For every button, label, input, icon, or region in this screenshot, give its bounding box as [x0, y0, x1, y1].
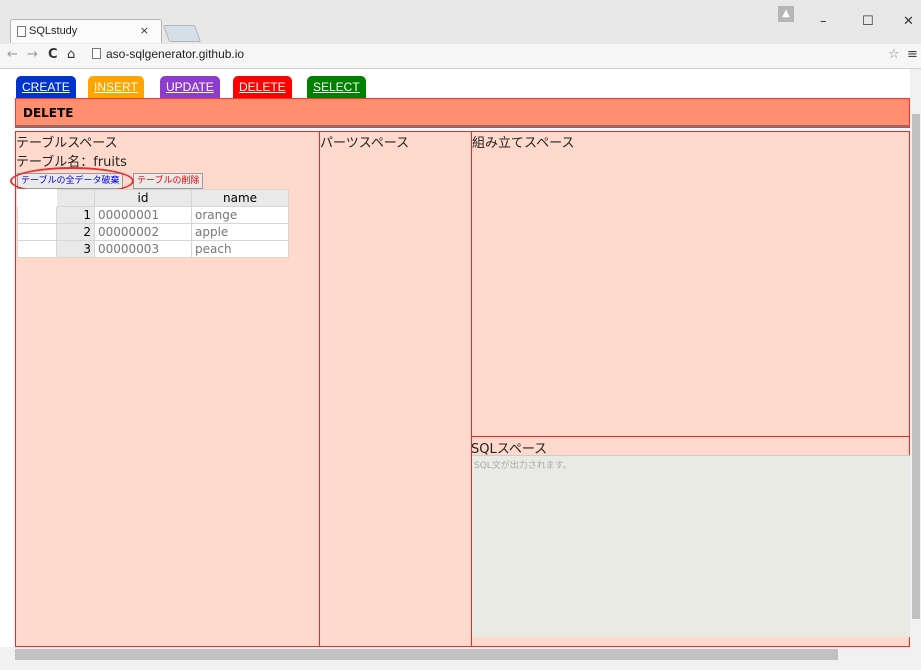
browser-tab[interactable]: SQLstudy × — [10, 19, 162, 43]
name-cell: apple — [191, 223, 289, 241]
browser-tab-bar: SQLstudy × ▲ – ☐ ✕ — [0, 0, 921, 44]
sql-output-field[interactable]: SQL文が出力されます。 — [472, 455, 910, 637]
bookmark-star-icon[interactable]: ☆ — [888, 47, 900, 62]
reload-icon[interactable]: C — [48, 47, 58, 62]
menu-icon[interactable]: ≡ — [907, 47, 918, 62]
address-bar: ← → C ⌂ aso-sqlgenerator.github.io ☆ ≡ — [0, 44, 921, 69]
row-number-cell: 1 — [56, 206, 95, 224]
row-select-cell[interactable] — [17, 206, 57, 224]
name-cell: orange — [191, 206, 289, 224]
row-number-cell: 2 — [56, 223, 95, 241]
menu-create[interactable]: CREATE — [16, 76, 76, 98]
page-title: DELETE — [23, 106, 74, 120]
new-tab-button[interactable] — [162, 25, 202, 42]
fruits-table: id name 1 00000001 orange 2 00000002 app… — [17, 189, 289, 258]
menu-insert[interactable]: INSERT — [88, 76, 144, 98]
row-number-cell: 3 — [56, 240, 95, 258]
parts-space-title: パーツスペース — [320, 136, 410, 151]
table-header-row: id name — [17, 189, 289, 207]
close-window-icon[interactable]: ✕ — [903, 14, 914, 29]
build-space-panel: 組み立てスペース — [471, 131, 910, 438]
page-header: DELETE — [15, 98, 910, 128]
menu-select[interactable]: SELECT — [307, 76, 366, 98]
drop-table-button[interactable]: テーブルの削除 — [133, 173, 204, 189]
table-header-cell: name — [191, 189, 289, 207]
back-arrow-icon[interactable]: ← — [7, 47, 18, 62]
parts-space-panel: パーツスペース — [319, 131, 472, 647]
table-row: 2 00000002 apple — [17, 223, 289, 241]
url-text: aso-sqlgenerator.github.io — [106, 47, 245, 61]
home-icon[interactable]: ⌂ — [67, 47, 75, 62]
table-header-cell: id — [94, 189, 192, 207]
profile-icon[interactable]: ▲ — [778, 6, 794, 22]
menu-update[interactable]: UPDATE — [160, 76, 220, 98]
vertical-scrollbar-thumb[interactable] — [912, 114, 920, 619]
table-header-cell — [17, 189, 57, 207]
divider — [16, 125, 909, 127]
url-field[interactable]: aso-sqlgenerator.github.io — [92, 47, 244, 61]
id-cell: 00000001 — [94, 206, 192, 224]
row-select-cell[interactable] — [17, 240, 57, 258]
maximize-icon[interactable]: ☐ — [862, 14, 874, 29]
tab-title: SQLstudy — [29, 25, 78, 37]
page-icon — [17, 26, 26, 37]
horizontal-scrollbar-thumb[interactable] — [15, 649, 838, 660]
id-cell: 00000002 — [94, 223, 192, 241]
close-tab-icon[interactable]: × — [140, 24, 149, 37]
minimize-icon[interactable]: – — [820, 14, 827, 29]
forward-arrow-icon[interactable]: → — [27, 47, 38, 62]
page-icon — [92, 48, 101, 59]
name-cell: peach — [191, 240, 289, 258]
row-select-cell[interactable] — [17, 223, 57, 241]
build-space-title: 組み立てスペース — [472, 136, 575, 151]
id-cell: 00000003 — [94, 240, 192, 258]
table-row: 1 00000001 orange — [17, 206, 289, 224]
table-space-title: テーブルスペース — [16, 136, 118, 151]
menu-delete[interactable]: DELETE — [233, 76, 292, 98]
table-header-cell — [56, 189, 95, 207]
table-row: 3 00000003 peach — [17, 240, 289, 258]
